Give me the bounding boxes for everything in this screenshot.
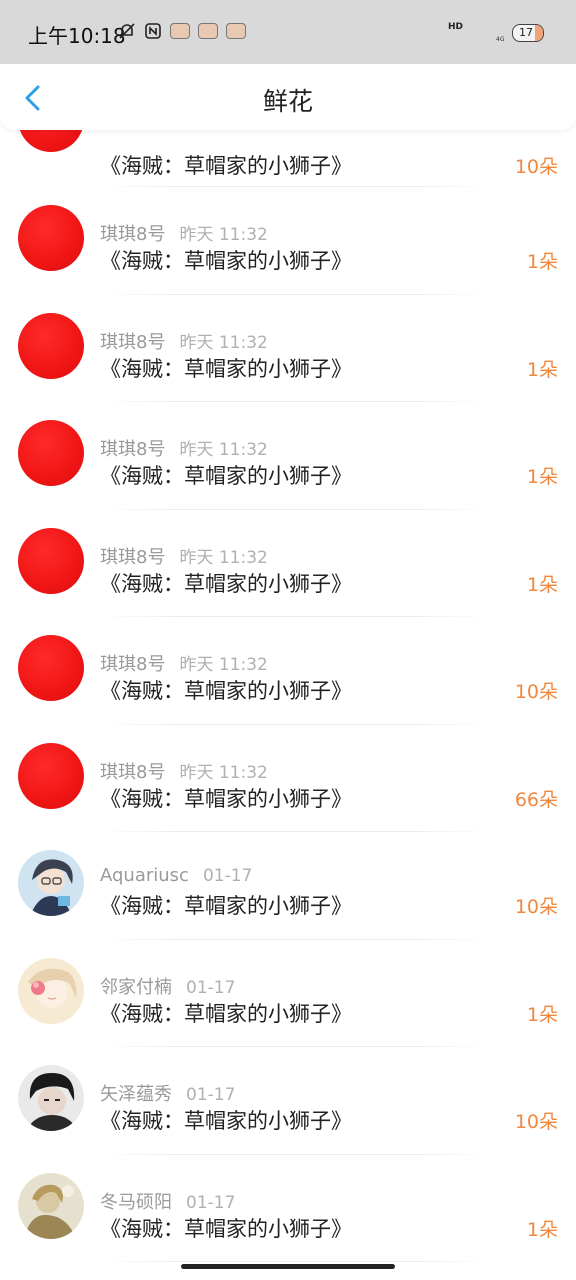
- user-avatar[interactable]: [18, 742, 84, 809]
- gift-time: 01-17: [202, 866, 253, 886]
- gift-time: 01-17: [186, 977, 236, 998]
- network-indicator: 4G: [496, 36, 505, 43]
- flower-count: 1朵: [526, 466, 558, 488]
- user-avatar[interactable]: [18, 527, 84, 594]
- gift-row[interactable]: Aquariusc 01-17 《海贼：草帽家的小狮子》 10朵: [0, 832, 576, 940]
- battery-level: 17: [519, 26, 533, 39]
- flower-count: 10朵: [514, 1111, 558, 1133]
- home-indicator[interactable]: [181, 1264, 395, 1269]
- user-name[interactable]: 琪琪8号 昨天 11:32: [100, 220, 268, 246]
- gift-row[interactable]: 矢泽蕴秀 01-17 《海贼：草帽家的小狮子》 10朵: [0, 1047, 576, 1155]
- user-avatar[interactable]: [18, 1172, 84, 1239]
- user-name[interactable]: 琪琪8号 昨天 11:32: [100, 758, 268, 784]
- user-name[interactable]: 琪琪8号 昨天 11:32: [100, 435, 268, 461]
- work-title: 《海贼：草帽家的小狮子》: [100, 1216, 352, 1241]
- hd-indicator: HD: [448, 22, 464, 32]
- gift-row[interactable]: 琪琪8号 昨天 11:32 《海贼：草帽家的小狮子》 10朵: [0, 617, 576, 725]
- nfc-icon: [144, 22, 162, 40]
- status-time: 上午10:18: [28, 24, 126, 48]
- work-title: 《海贼：草帽家的小狮子》: [100, 1001, 352, 1026]
- user-name-text: 琪琪8号: [100, 654, 166, 675]
- flower-count: 66朵: [514, 788, 558, 811]
- user-name-text: 琪琪8号: [100, 224, 166, 245]
- user-name-text: 矢泽蕴秀: [100, 1084, 172, 1105]
- gift-time: 昨天 11:32: [179, 762, 268, 783]
- user-avatar[interactable]: [18, 850, 84, 916]
- user-name-text: Aquariusc: [100, 865, 189, 886]
- work-title: 《海贼：草帽家的小狮子》: [100, 356, 352, 381]
- user-avatar[interactable]: [18, 635, 84, 701]
- gift-row[interactable]: 琪琪8号 昨天 11:32 《海贼：草帽家的小狮子》 1朵: [0, 402, 576, 510]
- page-title: 鲜花: [262, 87, 313, 116]
- user-name-text: 琪琪8号: [100, 439, 166, 460]
- flower-count: 10朵: [514, 156, 558, 178]
- user-avatar[interactable]: [18, 312, 84, 379]
- app-notification-icon: [198, 23, 218, 39]
- user-name[interactable]: 琪琪8号 昨天 11:32: [100, 650, 268, 676]
- flower-gift-list: 《海贼：草帽家的小狮子》 10朵 琪琪8号 昨天 11:32 《海贼：草帽家的小狮子》 1…: [0, 16, 576, 1262]
- user-name-text: 琪琪8号: [100, 546, 166, 568]
- user-name[interactable]: 琪琪8号 昨天 11:32: [100, 543, 268, 569]
- mute-bell-icon: [118, 22, 136, 40]
- user-avatar[interactable]: [18, 1065, 84, 1131]
- gift-row[interactable]: 琪琪8号 昨天 11:32 《海贼：草帽家的小狮子》 1朵: [0, 295, 576, 402]
- gift-row[interactable]: 琪琪8号 昨天 11:32 《海贼：草帽家的小狮子》 1朵: [0, 510, 576, 617]
- work-title: 《海贼：草帽家的小狮子》: [100, 249, 352, 273]
- gift-time: 01-17: [186, 1192, 236, 1213]
- flower-count: 1朵: [526, 251, 558, 273]
- row-divider: [100, 1261, 490, 1262]
- user-name-text: 冬马硕阳: [100, 1191, 172, 1213]
- flower-count: 1朵: [526, 358, 558, 381]
- flower-count: 1朵: [526, 1003, 558, 1026]
- user-avatar[interactable]: [18, 420, 84, 486]
- flower-count: 1朵: [526, 1218, 558, 1241]
- work-title: 《海贼：草帽家的小狮子》: [100, 464, 352, 488]
- gift-row[interactable]: 邻家付楠 01-17 《海贼：草帽家的小狮子》 1朵: [0, 940, 576, 1047]
- work-title: 《海贼：草帽家的小狮子》: [100, 894, 352, 918]
- status-notification-icons: [118, 22, 246, 40]
- gift-time: 昨天 11:32: [179, 225, 268, 245]
- work-title: 《海贼：草帽家的小狮子》: [100, 154, 352, 178]
- gift-time: 昨天 11:32: [179, 547, 268, 568]
- gift-time: 昨天 11:32: [179, 440, 268, 460]
- work-title: 《海贼：草帽家的小狮子》: [100, 786, 352, 811]
- screen: 上午10:18 HD 4G 17 鲜花 《海贼：草帽家的小狮子》 10朵 琪琪8号昨…: [0, 0, 576, 1280]
- user-name[interactable]: 琪琪8号 昨天 11:32: [100, 328, 268, 354]
- work-title: 《海贼：草帽家的小狮子》: [100, 679, 352, 703]
- app-notification-icon: [170, 23, 190, 39]
- work-title: 《海贼：草帽家的小狮子》: [100, 571, 352, 596]
- user-name[interactable]: 矢泽蕴秀 01-17: [100, 1080, 235, 1106]
- user-name-text: 琪琪8号: [100, 331, 166, 353]
- gift-time: 01-17: [186, 1085, 236, 1105]
- battery-fill: [535, 25, 543, 41]
- app-notification-icon: [226, 23, 246, 39]
- flower-count: 1朵: [526, 573, 558, 596]
- gift-row[interactable]: 琪琪8号 昨天 11:32 《海贼：草帽家的小狮子》 66朵: [0, 725, 576, 832]
- flower-count: 10朵: [514, 681, 558, 703]
- user-name-text: 琪琪8号: [100, 761, 166, 783]
- battery-icon: 17: [512, 24, 544, 42]
- user-name[interactable]: 冬马硕阳 01-17: [100, 1188, 235, 1214]
- user-name-text: 邻家付楠: [100, 976, 172, 998]
- user-avatar[interactable]: [18, 957, 84, 1024]
- status-bar: 上午10:18 HD 4G 17: [0, 0, 576, 64]
- gift-time: 昨天 11:32: [179, 332, 268, 353]
- user-avatar[interactable]: [18, 205, 84, 271]
- gift-row[interactable]: 琪琪8号 昨天 11:32 《海贼：草帽家的小狮子》 1朵: [0, 187, 576, 295]
- gift-row[interactable]: 冬马硕阳 01-17 《海贼：草帽家的小狮子》 1朵: [0, 1155, 576, 1262]
- work-title: 《海贼：草帽家的小狮子》: [100, 1109, 352, 1133]
- user-name[interactable]: 邻家付楠 01-17: [100, 973, 235, 999]
- nav-header: 鲜花: [0, 64, 576, 130]
- flower-count: 10朵: [514, 896, 558, 918]
- gift-time: 昨天 11:32: [179, 655, 268, 675]
- user-name[interactable]: Aquariusc 01-17: [100, 865, 252, 886]
